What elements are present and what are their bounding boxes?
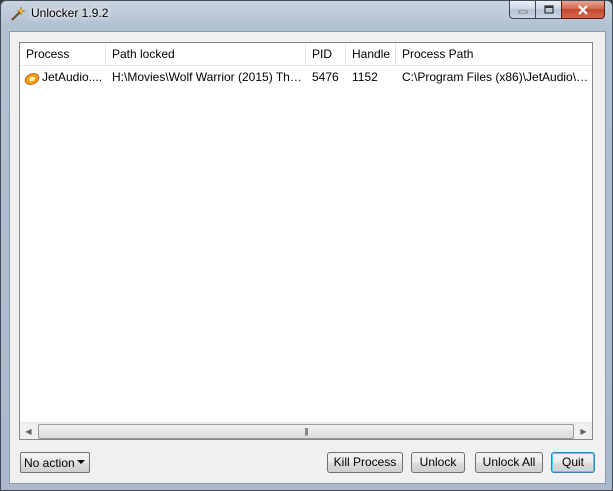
- pid-cell: 5476: [312, 70, 339, 84]
- horizontal-scrollbar[interactable]: ◀ ||| ▶: [20, 422, 592, 439]
- column-header-process[interactable]: Process: [20, 43, 106, 65]
- process-path-cell: C:\Program Files (x86)\JetAudio\Jet...: [402, 70, 592, 84]
- jetaudio-icon: [24, 72, 40, 85]
- close-button[interactable]: [561, 1, 605, 19]
- action-select-value: No action: [24, 456, 75, 470]
- list-header: Process Path locked PID Handle Process P…: [20, 43, 592, 66]
- scroll-left-arrow-icon[interactable]: ◀: [20, 423, 37, 439]
- kill-process-button[interactable]: Kill Process: [327, 452, 403, 473]
- column-header-path-locked[interactable]: Path locked: [106, 43, 306, 65]
- wand-icon: [11, 6, 25, 21]
- scroll-right-arrow-icon[interactable]: ▶: [575, 423, 592, 439]
- maximize-button[interactable]: [535, 1, 561, 19]
- path-locked-cell: H:\Movies\Wolf Warrior (2015) Thuy...: [112, 70, 306, 84]
- action-select[interactable]: No action: [20, 452, 90, 473]
- quit-button[interactable]: Quit: [551, 452, 595, 473]
- maximize-icon: [543, 5, 554, 14]
- process-name: JetAudio....: [42, 70, 103, 84]
- close-icon: [578, 4, 588, 15]
- client-area: Process Path locked PID Handle Process P…: [9, 31, 606, 484]
- unlocker-window: Unlocker 1.9.2 Process Path locked PID H…: [0, 0, 613, 491]
- table-row[interactable]: JetAudio.... H:\Movies\Wolf Warrior (201…: [20, 66, 592, 88]
- process-cell: JetAudio....: [20, 66, 106, 88]
- caption-buttons: [509, 1, 605, 19]
- column-header-handle[interactable]: Handle: [346, 43, 396, 65]
- minimize-icon: [518, 10, 527, 13]
- process-list[interactable]: Process Path locked PID Handle Process P…: [19, 42, 593, 440]
- grip-icon: |||: [304, 427, 308, 436]
- window-title: Unlocker 1.9.2: [31, 6, 109, 20]
- unlock-button[interactable]: Unlock: [411, 452, 465, 473]
- chevron-down-icon: [77, 460, 85, 464]
- minimize-button[interactable]: [509, 1, 535, 19]
- column-header-process-path[interactable]: Process Path: [396, 43, 592, 65]
- handle-cell: 1152: [352, 70, 378, 84]
- unlock-all-button[interactable]: Unlock All: [475, 452, 543, 473]
- scroll-thumb[interactable]: |||: [38, 424, 574, 439]
- column-header-pid[interactable]: PID: [306, 43, 346, 65]
- title-bar[interactable]: Unlocker 1.9.2: [1, 1, 612, 27]
